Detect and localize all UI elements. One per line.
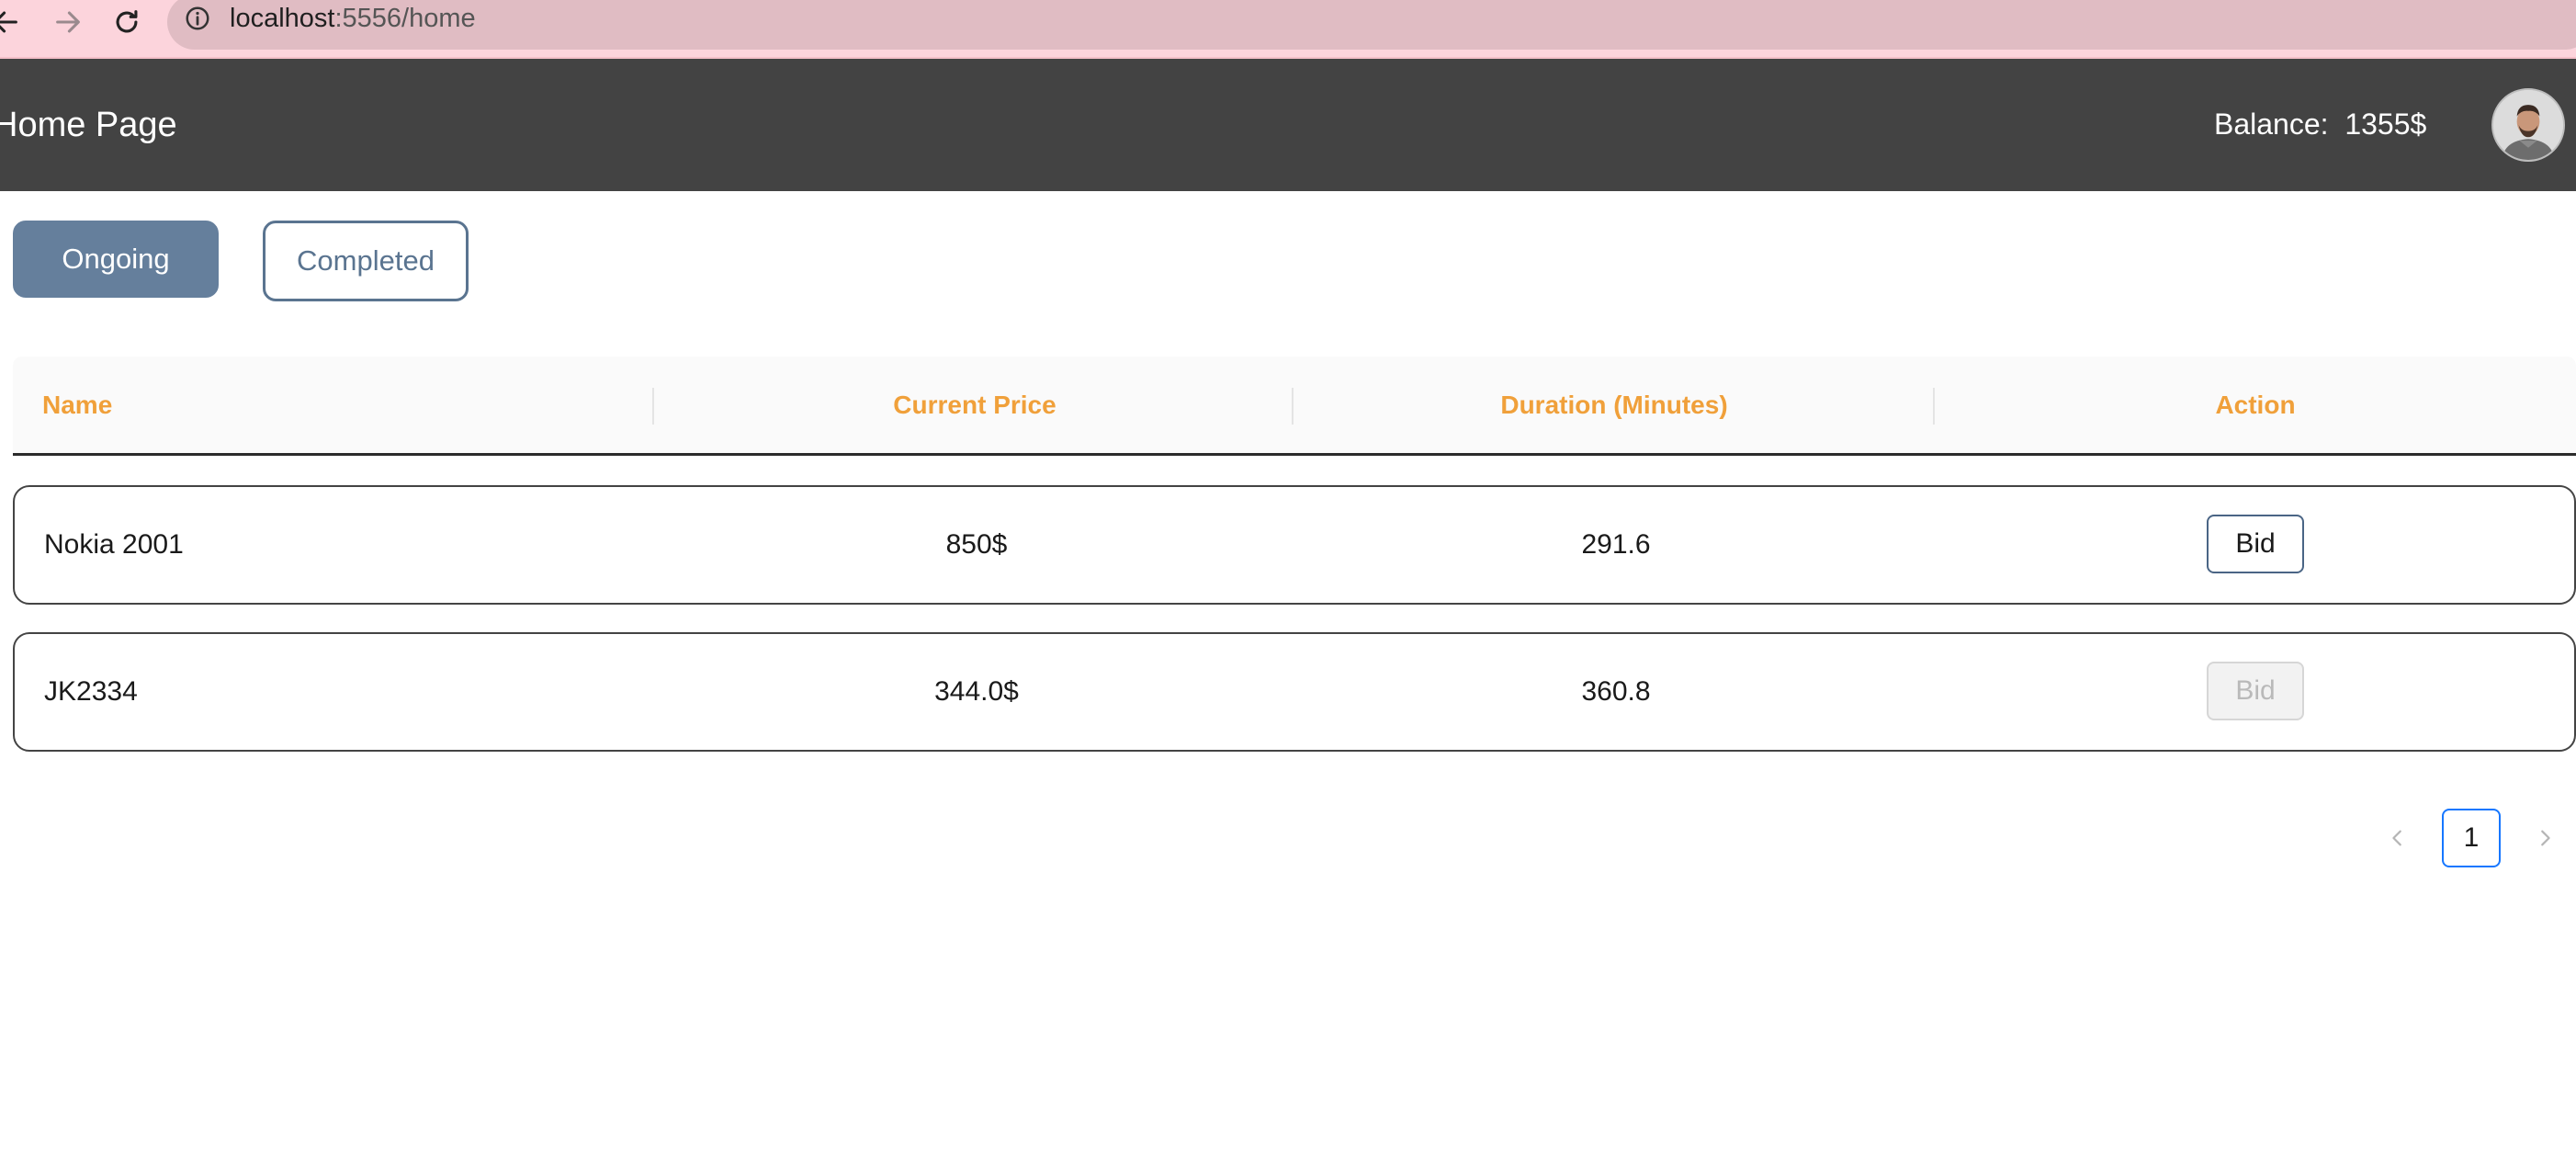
column-header-name: Name <box>42 390 113 419</box>
column-header-action: Action <box>2215 390 2296 419</box>
reload-button[interactable] <box>108 4 145 40</box>
pagination-prev-button[interactable] <box>2379 809 2416 867</box>
reload-icon <box>116 10 138 33</box>
address-bar[interactable] <box>167 0 2576 50</box>
bid-button-disabled: Bid <box>2207 662 2304 720</box>
balance-label: Balance: <box>2214 108 2329 141</box>
bid-button[interactable]: Bid <box>2207 515 2304 573</box>
pagination-next-button[interactable] <box>2526 809 2563 867</box>
column-header-duration: Duration (Minutes) <box>1500 390 1728 419</box>
tab-ongoing[interactable]: Ongoing <box>13 221 219 298</box>
chevron-right-icon <box>2541 830 2550 846</box>
table-row: JK2334 344.0$ 360.8 Bid <box>13 632 2576 752</box>
url-path: :5556/home <box>334 4 476 33</box>
url-host: localhost <box>230 4 335 33</box>
item-name: JK2334 <box>44 676 138 707</box>
info-icon[interactable] <box>184 5 211 32</box>
app-header: Home Page Balance: 1355$ <box>0 59 2576 191</box>
url-text[interactable]: localhost:5556/home <box>230 2 476 35</box>
back-button[interactable] <box>0 4 24 40</box>
item-name: Nokia 2001 <box>44 529 184 560</box>
balance-display: Balance: 1355$ <box>2214 106 2426 142</box>
page-title: Home Page <box>0 106 177 144</box>
balance-value: 1355$ <box>2344 108 2427 141</box>
arrow-right-icon <box>56 11 80 33</box>
tab-completed[interactable]: Completed <box>263 221 469 301</box>
pagination-page-1[interactable]: 1 <box>2442 809 2501 867</box>
table-header: Name Current Price Duration (Minutes) Ac… <box>13 357 2576 456</box>
user-avatar-icon <box>2493 90 2563 160</box>
item-duration: 291.6 <box>1581 529 1651 560</box>
table-row: Nokia 2001 850$ 291.6 Bid <box>13 485 2576 605</box>
browser-toolbar: localhost:5556/home <box>0 0 2576 59</box>
forward-button[interactable] <box>50 4 86 40</box>
avatar[interactable] <box>2491 88 2565 162</box>
arrow-left-icon <box>0 11 17 33</box>
item-current-price: 850$ <box>945 529 1008 560</box>
column-header-current-price: Current Price <box>893 390 1056 419</box>
item-duration: 360.8 <box>1581 676 1651 707</box>
item-current-price: 344.0$ <box>934 676 1019 707</box>
chevron-left-icon <box>2392 830 2401 846</box>
